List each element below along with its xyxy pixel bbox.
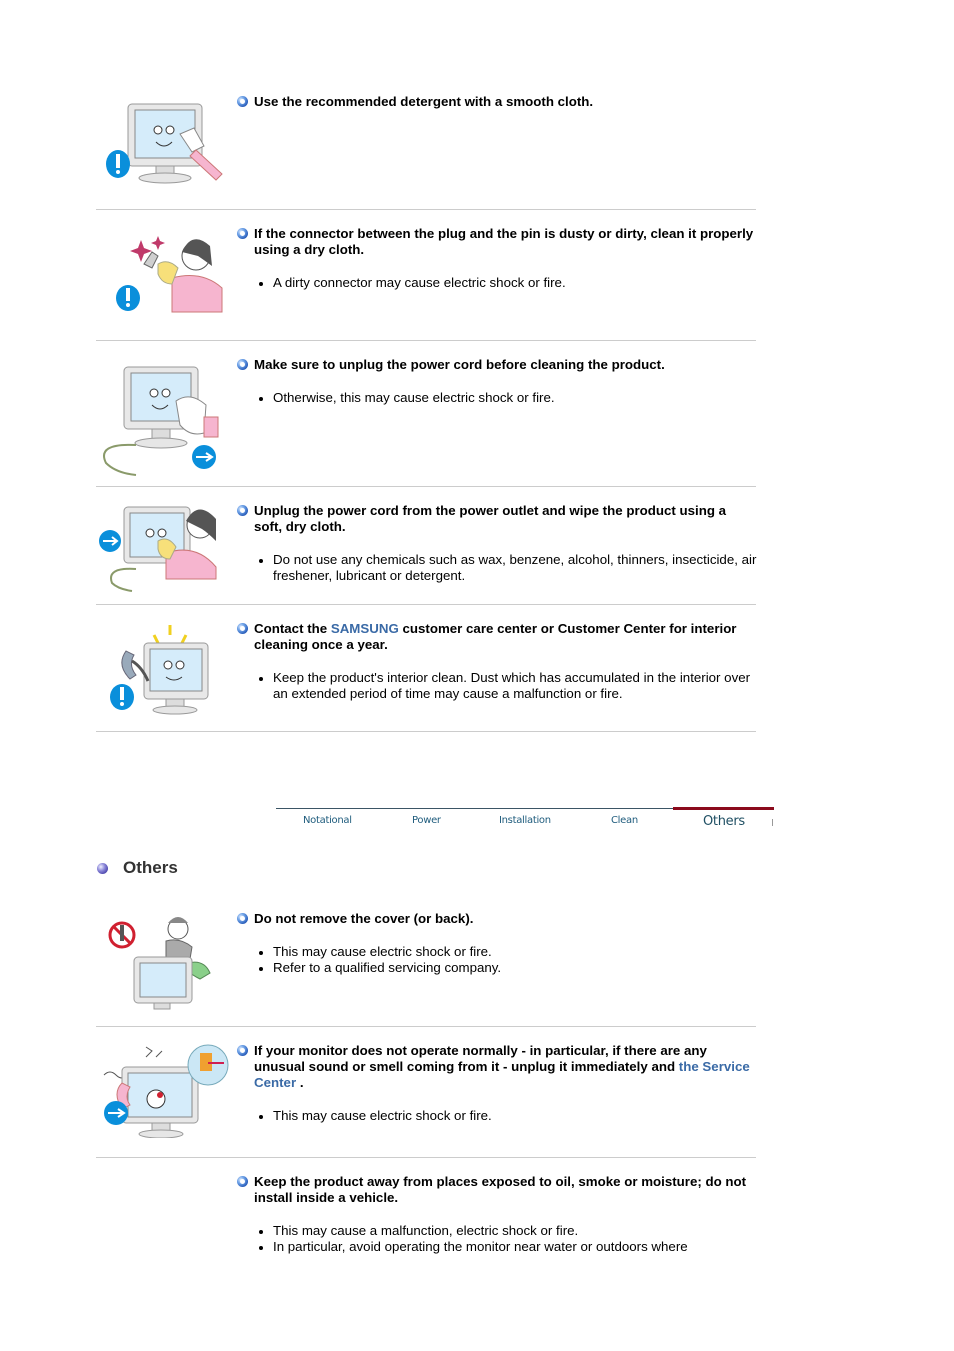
smoking-monitor-unplug-icon xyxy=(96,1043,236,1138)
item-heading: Unplug the power cord from the power out… xyxy=(237,503,757,535)
woman-cleaning-plug-warning-icon xyxy=(96,226,236,316)
others-item-2-content: If your monitor does not operate normall… xyxy=(237,1043,757,1124)
clean-item-5: Contact the SAMSUNG customer care center… xyxy=(96,621,756,731)
item-list: A dirty connector may cause electric sho… xyxy=(237,275,757,291)
monitor-unplug-cleaning-icon xyxy=(96,357,236,477)
woman-wiping-monitor-unplug-icon xyxy=(96,503,236,593)
item-heading: If the connector between the plug and th… xyxy=(237,226,757,258)
list-item: A dirty connector may cause electric sho… xyxy=(259,275,757,291)
divider xyxy=(96,731,756,732)
clean-item-5-content: Contact the SAMSUNG customer care center… xyxy=(237,621,757,702)
item-list: Do not use any chemicals such as wax, be… xyxy=(237,552,757,584)
item-heading: Make sure to unplug the power cord befor… xyxy=(237,357,757,373)
list-item: This may cause a malfunction, electric s… xyxy=(259,1223,757,1239)
others-item-3: Keep the product away from places expose… xyxy=(96,1174,756,1274)
clean-item-4-content: Unplug the power cord from the power out… xyxy=(237,503,757,584)
item-list: This may cause electric shock or fire. R… xyxy=(237,944,757,976)
list-item: Otherwise, this may cause electric shock… xyxy=(259,390,757,406)
divider xyxy=(96,209,756,210)
clean-item-4: Unplug the power cord from the power out… xyxy=(96,503,756,604)
repairman-no-disassemble-icon xyxy=(96,911,236,1011)
list-item: Keep the product's interior clean. Dust … xyxy=(259,670,757,702)
list-item: Refer to a qualified servicing company. xyxy=(259,960,757,976)
divider xyxy=(96,604,756,605)
monitor-wiping-warning-icon xyxy=(96,94,236,189)
divider xyxy=(96,1026,756,1027)
divider xyxy=(96,1157,756,1158)
bullet-ball-icon xyxy=(237,359,248,370)
active-tab-indicator xyxy=(673,807,774,810)
item-list: This may cause electric shock or fire. xyxy=(237,1108,757,1124)
item-list: Keep the product's interior clean. Dust … xyxy=(237,670,757,702)
tab-clean[interactable]: Clean xyxy=(611,815,638,826)
divider xyxy=(96,486,756,487)
bullet-ball-icon xyxy=(237,623,248,634)
bullet-ball-icon xyxy=(237,505,248,516)
clean-item-3-content: Make sure to unplug the power cord befor… xyxy=(237,357,757,406)
tab-installation[interactable]: Installation xyxy=(499,815,551,826)
others-item-1: Do not remove the cover (or back). This … xyxy=(96,911,756,1026)
item-list: Otherwise, this may cause electric shock… xyxy=(237,390,757,406)
others-item-3-content: Keep the product away from places expose… xyxy=(237,1174,757,1255)
bullet-ball-icon xyxy=(237,913,248,924)
tab-separator xyxy=(772,819,773,826)
list-item: This may cause electric shock or fire. xyxy=(259,1108,757,1124)
item-heading: If your monitor does not operate normall… xyxy=(237,1043,757,1091)
tab-bar-line xyxy=(276,808,673,809)
category-tabs: Notational Power Installation Clean Othe… xyxy=(276,806,774,836)
clean-item-2-content: If the connector between the plug and th… xyxy=(237,226,757,291)
bullet-ball-icon xyxy=(237,96,248,107)
divider xyxy=(96,340,756,341)
clean-item-1: Use the recommended detergent with a smo… xyxy=(96,94,756,209)
item-heading: Use the recommended detergent with a smo… xyxy=(237,94,757,110)
item-heading: Keep the product away from places expose… xyxy=(237,1174,757,1206)
clean-item-1-content: Use the recommended detergent with a smo… xyxy=(237,94,757,110)
item-heading: Do not remove the cover (or back). xyxy=(237,911,757,927)
others-item-2: If your monitor does not operate normall… xyxy=(96,1043,756,1157)
phone-call-service-monitor-icon xyxy=(96,621,236,716)
samsung-link[interactable]: SAMSUNG xyxy=(331,621,399,636)
tab-notational[interactable]: Notational xyxy=(303,815,352,826)
list-item: Do not use any chemicals such as wax, be… xyxy=(259,552,757,583)
tab-others[interactable]: Others xyxy=(703,814,745,829)
bullet-ball-icon xyxy=(237,1176,248,1187)
bullet-ball-icon xyxy=(237,1045,248,1056)
item-list: This may cause a malfunction, electric s… xyxy=(237,1223,757,1255)
list-item: This may cause electric shock or fire. xyxy=(259,944,757,960)
clean-item-2: If the connector between the plug and th… xyxy=(96,226,756,340)
item-heading: Contact the SAMSUNG customer care center… xyxy=(237,621,757,653)
tab-power[interactable]: Power xyxy=(412,815,441,826)
section-ball-icon xyxy=(97,863,108,874)
others-item-1-content: Do not remove the cover (or back). This … xyxy=(237,911,757,976)
bullet-ball-icon xyxy=(237,228,248,239)
list-item: In particular, avoid operating the monit… xyxy=(259,1239,757,1255)
clean-item-3: Make sure to unplug the power cord befor… xyxy=(96,357,756,486)
